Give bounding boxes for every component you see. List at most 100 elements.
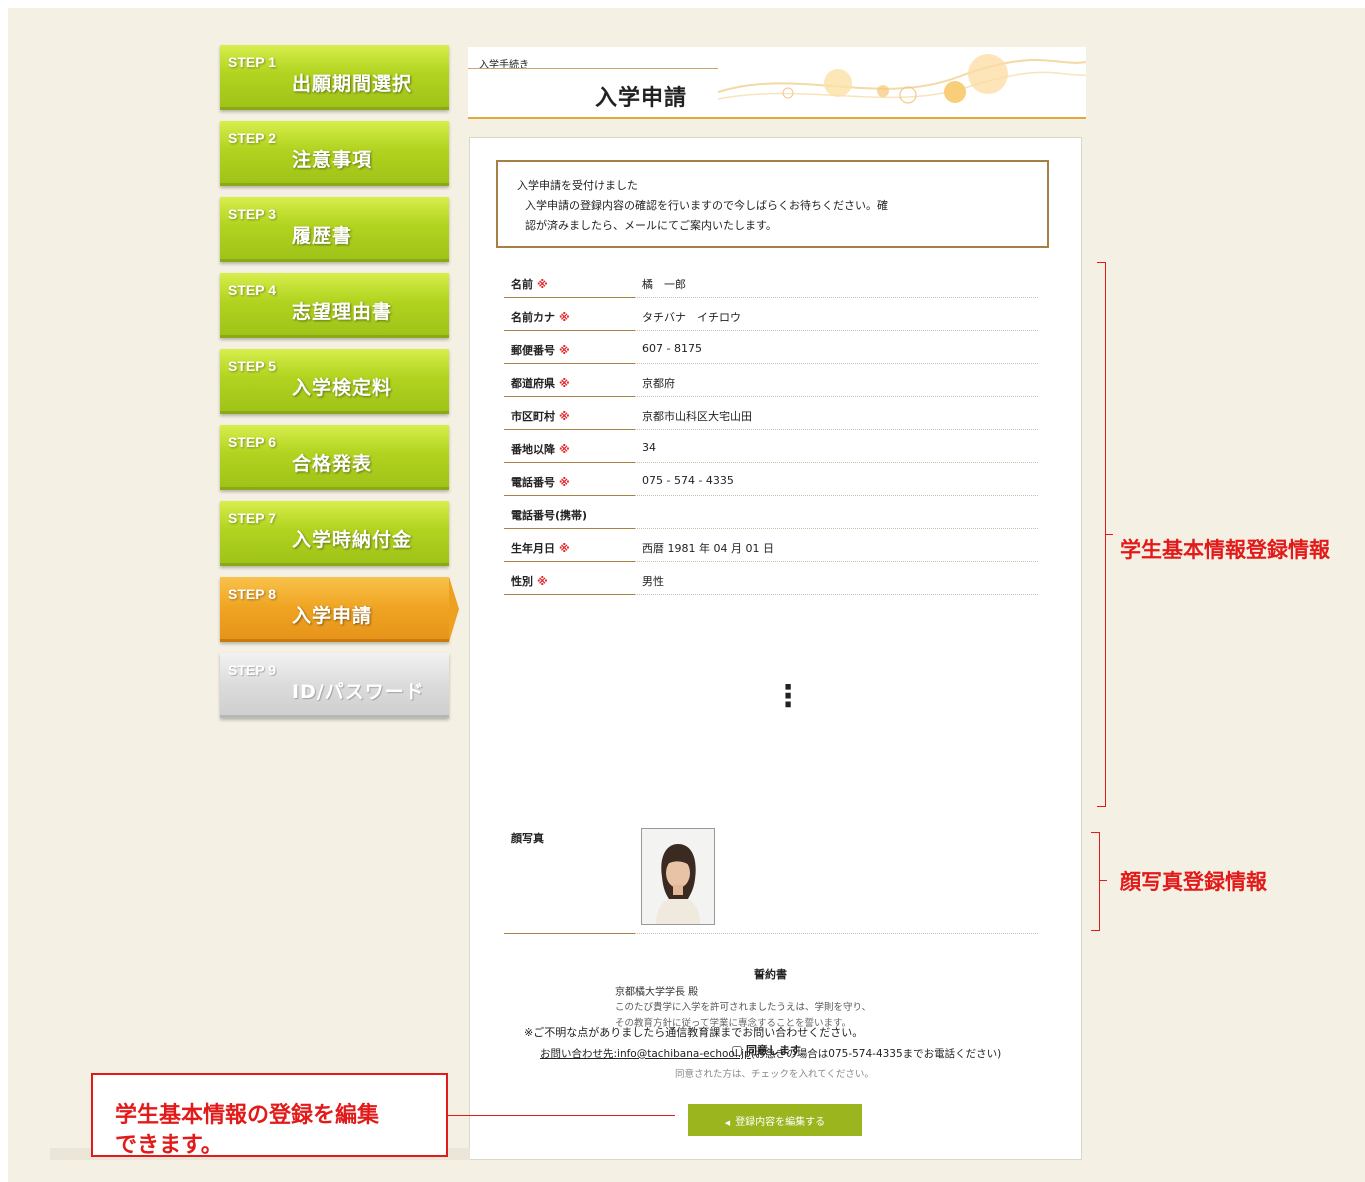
photo-info-annotation: 顔写真登録情報 [1120, 870, 1267, 894]
table-row: 名前 ※ 橘 一郎 [504, 265, 1038, 298]
required-mark: ※ [537, 575, 548, 588]
header-decoration [718, 54, 1086, 104]
photo-label: 顔写真 [511, 832, 544, 845]
step-number: STEP 2 [228, 130, 276, 146]
edit-button-label: 登録内容を編集する [735, 1116, 826, 1128]
step-sidebar: STEP 1 出願期間選択 STEP 2 注意事項 STEP 3 履歴書 STEP 4… [220, 45, 460, 729]
callout-connector [448, 1115, 675, 1116]
basic-info-annotation: 学生基本情報登録情報 [1120, 538, 1330, 562]
step-6-button[interactable]: STEP 6 合格発表 [220, 425, 449, 490]
table-row: 名前カナ ※ タチバナ イチロウ [504, 298, 1038, 331]
step-title: 入学申請 [292, 605, 373, 627]
edit-callout-box: 学生基本情報の登録を編集 できます。 [91, 1073, 448, 1158]
field-value: 607 - 8175 [642, 342, 702, 355]
notice-box: 入学申請を受付けました 入学申請の登録内容の確認を行いますので今しばらくお待ちく… [496, 160, 1049, 248]
table-row: 郵便番号 ※ 607 - 8175 [504, 331, 1038, 364]
header-divider [468, 68, 718, 69]
field-value: 男性 [642, 575, 664, 588]
table-row: 都道府県 ※ 京都府 [504, 364, 1038, 397]
step-8-button-active[interactable]: STEP 8 入学申請 [220, 577, 459, 642]
required-mark: ※ [537, 278, 548, 291]
step-number: STEP 4 [228, 282, 276, 298]
field-label: 名前 [511, 278, 533, 291]
required-mark: ※ [559, 344, 570, 357]
table-row: 番地以降 ※ 34 [504, 430, 1038, 463]
step-title: 履歴書 [292, 225, 353, 247]
field-label: 名前カナ [511, 311, 555, 324]
main-panel: 入学申請を受付けました 入学申請の登録内容の確認を行いますので今しばらくお待ちく… [469, 137, 1082, 1160]
field-value: 075 - 574 - 4335 [642, 474, 734, 487]
photo-row: 顔写真 [504, 828, 1038, 934]
field-label: 番地以降 [511, 443, 555, 456]
step-5-button[interactable]: STEP 5 入学検定料 [220, 349, 449, 414]
field-value: 京都府 [642, 377, 675, 390]
notice-line: 認が済みましたら、メールにてご案内いたします。 [525, 219, 777, 232]
edit-registration-button[interactable]: ◀ 登録内容を編集する [688, 1104, 862, 1136]
step-9-button-disabled: STEP 9 ID/パスワード [220, 653, 449, 718]
step-number: STEP 5 [228, 358, 276, 374]
step-1-button[interactable]: STEP 1 出願期間選択 [220, 45, 449, 110]
field-label: 電話番号(携帯) [511, 509, 588, 522]
face-photo [641, 828, 715, 925]
field-label: 市区町村 [511, 410, 555, 423]
photo-info-bracket [1091, 832, 1100, 931]
step-number: STEP 3 [228, 206, 276, 222]
field-value: 京都市山科区大宅山田 [642, 410, 752, 423]
field-label: 性別 [511, 575, 533, 588]
table-row: 生年月日 ※ 西暦 1981 年 04 月 01 日 [504, 529, 1038, 562]
pledge-text: このたび貴学に入学を許可されましたうえは、学則を守り、 [615, 1002, 872, 1013]
bracket-tick [1099, 880, 1107, 881]
bracket-tick [1105, 534, 1113, 535]
page-title: 入学申請 [595, 86, 688, 111]
field-label: 生年月日 [511, 542, 555, 555]
required-mark: ※ [559, 377, 570, 390]
required-mark: ※ [559, 311, 570, 324]
step-title: 合格発表 [292, 453, 373, 475]
step-2-button[interactable]: STEP 2 注意事項 [220, 121, 449, 186]
step-title: 志望理由書 [292, 301, 393, 323]
field-label: 都道府県 [511, 377, 555, 390]
caret-left-icon: ◀ [724, 1118, 731, 1127]
callout-text: できます。 [115, 1133, 223, 1158]
vertical-ellipsis: ⋮ [773, 679, 803, 714]
field-value: 橘 一郎 [642, 278, 686, 291]
step-3-button[interactable]: STEP 3 履歴書 [220, 197, 449, 262]
step-title: 入学時納付金 [292, 529, 413, 551]
field-value: 西暦 1981 年 04 月 01 日 [642, 542, 774, 555]
notice-line: 入学申請を受付けました [517, 179, 638, 192]
field-value: タチバナ イチロウ [642, 311, 741, 324]
inquiry-note: ※ご不明な点がありましたら通信教育課までお問い合わせください。 [524, 1026, 864, 1039]
step-title: 出願期間選択 [292, 73, 413, 95]
table-row: 電話番号(携帯) [504, 496, 1038, 529]
table-row: 性別 ※ 男性 [504, 562, 1038, 595]
notice-line: 入学申請の登録内容の確認を行いますので今しばらくお待ちください。確 [525, 199, 888, 212]
step-number: STEP 1 [228, 54, 276, 70]
required-mark: ※ [559, 542, 570, 555]
pledge-addressee: 京都橘大学学長 殿 [615, 987, 699, 998]
required-mark: ※ [559, 410, 570, 423]
page-header: 入学手続き 入学申請 [468, 47, 1086, 119]
step-4-button[interactable]: STEP 4 志望理由書 [220, 273, 449, 338]
field-label: 郵便番号 [511, 344, 555, 357]
contact-info: お問い合わせ先:info@tachibana-echool.jp(お急ぎの場合は… [540, 1046, 1001, 1061]
pledge-title: 誓約書 [754, 968, 787, 981]
required-mark: ※ [559, 443, 570, 456]
step-number: STEP 9 [228, 662, 276, 678]
check-hint: 同意された方は、チェックを入れてください。 [675, 1069, 874, 1080]
step-number: STEP 8 [228, 586, 276, 602]
contact-email-link[interactable]: お問い合わせ先:info@tachibana-echool.jp [540, 1048, 751, 1060]
step-title: ID/パスワード [292, 681, 425, 703]
step-title: 入学検定料 [292, 377, 393, 399]
contact-phone-note: (お急ぎの場合は075-574-4335までお電話ください) [750, 1048, 1002, 1060]
field-label: 電話番号 [511, 476, 555, 489]
step-title: 注意事項 [292, 149, 373, 171]
table-row: 電話番号 ※ 075 - 574 - 4335 [504, 463, 1038, 496]
step-number: STEP 6 [228, 434, 276, 450]
table-row: 市区町村 ※ 京都市山科区大宅山田 [504, 397, 1038, 430]
step-number: STEP 7 [228, 510, 276, 526]
callout-text: 学生基本情報の登録を編集 [115, 1103, 380, 1128]
field-value: 34 [642, 441, 656, 454]
required-mark: ※ [559, 476, 570, 489]
registration-table: 名前 ※ 橘 一郎 名前カナ ※ タチバナ イチロウ 郵便番号 ※ 607 - 8175 都… [504, 265, 1038, 595]
step-7-button[interactable]: STEP 7 入学時納付金 [220, 501, 449, 566]
